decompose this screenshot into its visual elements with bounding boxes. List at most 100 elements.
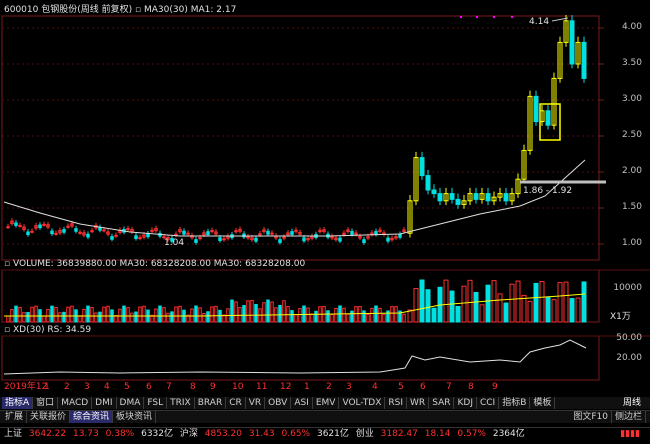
indicator-tab[interactable]: BRAR [195,397,227,409]
volume-axis-tick: 10000 [613,283,642,293]
collapse-icon[interactable]: ▫ [4,325,10,335]
volume-bar [386,310,390,323]
volume-bar [419,279,425,323]
candle-body [398,233,402,238]
indicator-tab[interactable]: MACD [58,397,93,409]
volume-bar [330,313,334,323]
candle-body [6,226,10,229]
hs-amount: 3621亿 [316,429,349,439]
candle-body [254,237,258,242]
indicator-tab[interactable]: CR [226,397,246,409]
candle-body [485,193,491,202]
volume-bar [449,290,455,323]
volume-text: VOLUME: 36839880.00 MA30: 68328208.00 MA… [12,259,306,269]
hs-label[interactable]: 沪深 [180,428,198,441]
volume-bar [130,312,134,323]
time-axis-label: 7 [166,382,172,392]
volume-bar [270,301,274,323]
indicator-tab[interactable]: TRIX [167,397,195,409]
volume-bar [382,313,386,323]
volume-bar [350,310,354,323]
indicator-tab[interactable]: 窗口 [33,397,59,409]
volume-bar [50,305,54,323]
indicator-tab[interactable]: WR [407,397,430,409]
candle-body [146,233,150,238]
indicator-tab-list: 指标A 窗口 MACD DMI DMA FSL TRIX BRAR CR VR OBV ASI EMV V… [2,397,556,409]
price-panel-header: 600010 包钢股份(周线 前复权) ▫ MA30(30) MA1: 2.17 [4,4,236,16]
volume-bar [166,312,170,323]
indicator-tabs: 指标A 窗口 MACD DMI DMA FSL TRIX BRAR CR VR OBV ASI EMV V… [0,397,650,409]
indicator-tab[interactable]: ASI [291,397,313,409]
volume-bar [569,298,575,323]
candle-body [234,230,238,233]
ma-line [3,159,586,237]
candle-body [138,237,142,240]
indicator-tab[interactable]: VR [246,397,266,409]
volume-bar [461,285,467,323]
stock-name[interactable]: 包钢股份 [41,5,77,15]
time-axis-label: 3 [84,382,90,392]
indicator-tab[interactable]: DMA [117,397,145,409]
indicator-tab[interactable]: EMV [313,397,340,409]
volume-bar [230,299,234,323]
chart-canvas[interactable] [0,0,650,444]
bottom-tab[interactable]: 板块资讯 [113,411,157,423]
indicator-tab[interactable]: DMI [92,397,117,409]
volume-bar [242,305,246,323]
time-axis-label: 8 [468,382,474,392]
volume-bar [170,311,174,323]
period-switch[interactable]: 周线 [620,397,644,409]
cy-change: 18.14 [424,429,451,439]
candle-body [62,229,66,233]
volume-bar [342,307,346,323]
indicator-tab[interactable]: FSL [144,397,168,409]
sh-label[interactable]: 上证 [4,428,22,441]
volume-bar [485,284,491,323]
indicator-tab[interactable]: KDJ [454,397,477,409]
collapse-icon[interactable]: ▫ [135,5,141,15]
indicator-tab[interactable]: 指标A [2,397,34,409]
candle-body [98,227,102,231]
candle-body [246,236,250,239]
candle-body [26,231,30,236]
collapse-icon[interactable]: ▫ [4,259,10,269]
indicator-tab[interactable]: RSI [385,397,408,409]
time-axis-label: 1 [44,382,50,392]
time-axis-label: 7 [446,382,452,392]
time-axis-label: 11 [256,382,268,392]
volume-bar [354,306,358,323]
bottom-tab[interactable]: 综合资讯 [70,411,114,423]
candle-body [30,230,34,233]
indicator-tab[interactable]: CCI [477,397,500,409]
volume-bar [467,279,473,323]
indicator-tab[interactable]: SAR [429,397,455,409]
volume-bar [198,307,202,323]
indicator-tab[interactable]: 指标B [499,397,531,409]
volume-bar [126,307,130,323]
cy-label[interactable]: 创业 [356,428,374,441]
bottom-tab[interactable]: 关联报价 [27,411,71,423]
candle-body [218,237,222,242]
time-axis-label: 4 [372,382,378,392]
indicator-tab[interactable]: OBV [265,397,292,409]
volume-bar [162,307,166,323]
xd-axis-tick-2: 20.00 [616,353,642,363]
volume-bar [102,306,106,323]
candle-body [473,193,479,200]
candle-body [362,239,366,244]
bottom-right-tab[interactable]: 侧边栏 [612,411,646,423]
candle-body [38,224,42,229]
bottom-tab[interactable]: 扩展 [2,411,28,423]
candle-body [258,233,262,236]
candle-body [533,95,539,123]
volume-bar [503,302,509,323]
candle-body [74,228,78,232]
price-axis-tick: 1.00 [621,238,642,248]
volume-bar [210,306,214,323]
signal-dot [475,15,479,19]
bottom-right-tab[interactable]: 图文F10 [570,411,612,423]
volume-bar [431,307,437,323]
indicator-tab[interactable]: 模板 [530,397,556,409]
indicator-tab[interactable]: VOL-TDX [339,397,386,409]
volume-bar [390,306,394,323]
